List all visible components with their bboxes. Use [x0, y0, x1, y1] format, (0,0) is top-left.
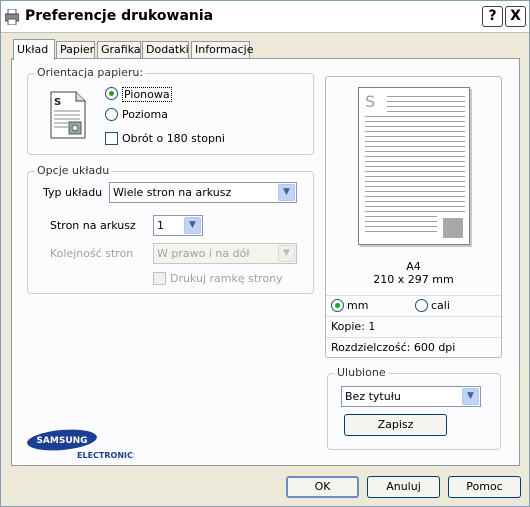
printer-icon: [5, 9, 19, 25]
resolution-text: Rozdzielczość: 600 dpi: [331, 341, 456, 354]
favorites-value: Bez tytułu: [345, 390, 401, 403]
paper-preview-panel: S A4 210 x 297 mm mm cali Kopie: 1 Rozdz…: [325, 76, 502, 358]
portrait-label[interactable]: Pionowa: [122, 87, 172, 102]
page-order-value: W prawo i na dół: [157, 247, 250, 260]
chevron-down-icon[interactable]: ▼: [278, 184, 295, 201]
tab-dodatki[interactable]: Dodatki: [142, 41, 189, 59]
pages-per-sheet-value: 1: [157, 219, 164, 232]
help-button[interactable]: Pomoc: [448, 476, 521, 498]
layout-type-value: Wiele stron na arkusz: [113, 186, 232, 199]
rotate-180-checkbox[interactable]: [105, 132, 118, 145]
unit-inch-label[interactable]: cali: [431, 299, 450, 312]
help-title-button[interactable]: ?: [482, 6, 503, 27]
paper-size: 210 x 297 mm: [373, 273, 454, 286]
chevron-down-icon[interactable]: ▼: [184, 217, 201, 234]
print-border-checkbox: [153, 272, 166, 285]
cancel-button[interactable]: Anuluj: [367, 476, 440, 498]
chevron-down-icon[interactable]: ▼: [462, 388, 479, 405]
favorites-select[interactable]: Bez tytułu ▼: [341, 386, 481, 407]
copies-text: Kopie: 1: [331, 320, 376, 333]
tab-informacje[interactable]: Informacje: [191, 41, 253, 59]
page-order-select: W prawo i na dół ▼: [153, 243, 297, 264]
image-placeholder-icon: [443, 218, 463, 238]
print-border-label: Drukuj ramkę strony: [170, 272, 283, 285]
landscape-radio[interactable]: [105, 108, 118, 121]
unit-inch-radio[interactable]: [415, 299, 428, 312]
layout-options-legend: Opcje układu: [35, 164, 112, 177]
title-bar: Preferencje drukowania ? X: [1, 1, 529, 33]
favorites-group: Ulubione: [327, 366, 501, 450]
close-button[interactable]: X: [505, 6, 526, 27]
page-preview-letter: S: [365, 92, 376, 111]
favorites-legend: Ulubione: [335, 366, 388, 379]
electronics-logo-text: ELECTRONICS: [77, 451, 134, 460]
page-order-label: Kolejność stron: [50, 247, 134, 260]
orientation-legend: Orientacja papieru:: [35, 66, 146, 79]
pages-per-sheet-label: Stron na arkusz: [50, 219, 136, 232]
chevron-down-icon: ▼: [278, 245, 295, 262]
pages-per-sheet-select[interactable]: 1 ▼: [153, 215, 203, 236]
layout-type-label: Typ układu: [43, 186, 103, 199]
portrait-radio[interactable]: [105, 87, 118, 100]
landscape-label[interactable]: Pozioma: [122, 108, 168, 121]
save-favorite-button[interactable]: Zapisz: [344, 414, 447, 436]
samsung-logo-text: SAMSUNG: [36, 436, 87, 446]
ok-button[interactable]: OK: [286, 476, 359, 498]
page-preview: S: [358, 87, 470, 245]
layout-type-select[interactable]: Wiele stron na arkusz ▼: [109, 182, 297, 203]
portrait-page-icon: S: [50, 91, 86, 139]
print-preferences-window: Preferencje drukowania ? X Układ Papier …: [0, 0, 530, 507]
tab-papier[interactable]: Papier: [56, 41, 95, 59]
rotate-180-label[interactable]: Obrót o 180 stopni: [122, 132, 225, 145]
unit-mm-radio[interactable]: [331, 299, 344, 312]
tab-grafika[interactable]: Grafika: [97, 41, 141, 59]
window-title: Preferencje drukowania: [25, 8, 214, 24]
svg-text:S: S: [54, 97, 61, 108]
tab-uklad[interactable]: Układ: [13, 39, 55, 60]
unit-mm-label[interactable]: mm: [347, 299, 368, 312]
paper-name: A4: [406, 260, 421, 273]
samsung-electronics-logo: SAMSUNG ELECTRONICS: [27, 429, 134, 460]
